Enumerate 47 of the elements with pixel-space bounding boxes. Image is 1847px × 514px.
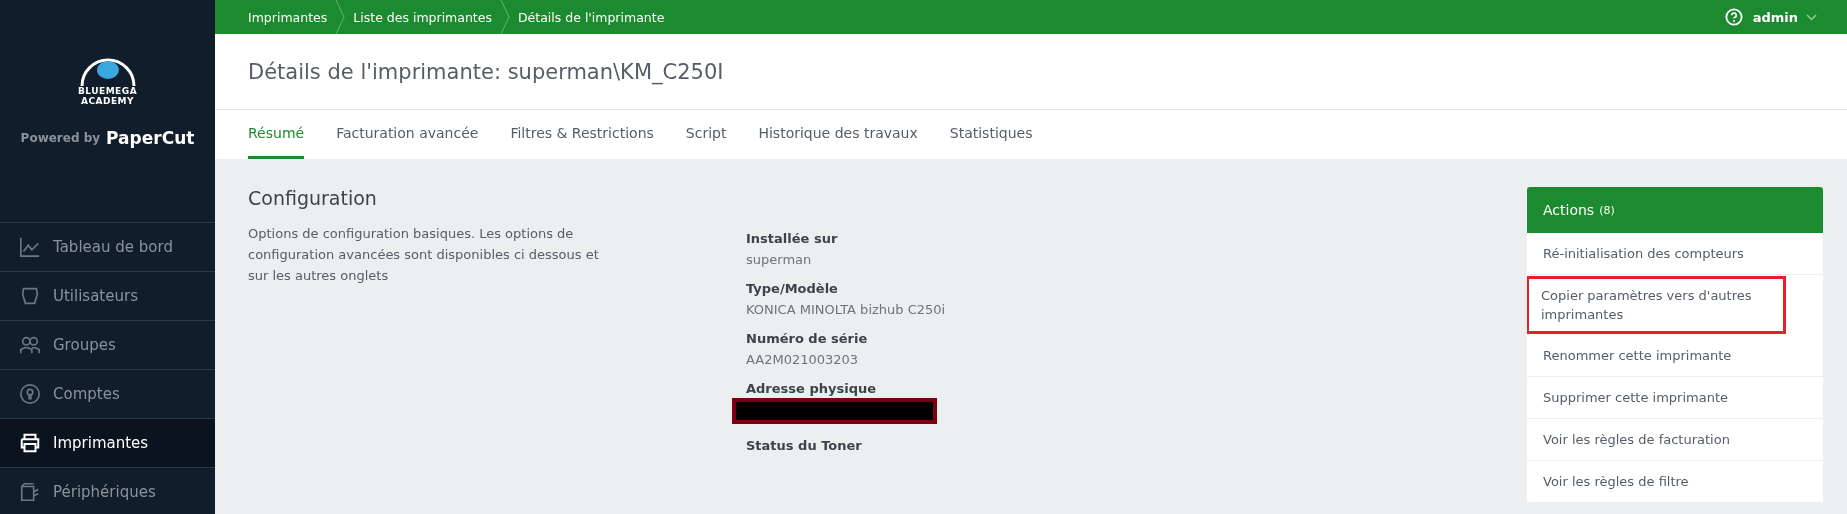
tab[interactable]: Script <box>685 110 727 159</box>
field-label: Numéro de série <box>746 331 869 346</box>
action-link[interactable]: Voir les règles de facturation <box>1527 419 1823 461</box>
printer-icon <box>19 432 41 454</box>
group-icon <box>19 334 41 356</box>
action-link[interactable]: Ré-initialisation des compteurs <box>1527 233 1823 275</box>
section-title: Configuration <box>248 187 378 209</box>
user-icon <box>19 285 41 307</box>
tab[interactable]: Historique des travaux <box>758 110 918 159</box>
page-title: Détails de l'imprimante: superman\KM_C250I <box>248 59 724 84</box>
nav-item[interactable]: Périphériques <box>0 467 215 514</box>
chevron-icon <box>335 0 346 34</box>
help-icon[interactable] <box>1724 8 1743 26</box>
product-logo: PaperCut <box>106 128 195 148</box>
panel-title: Actions <box>1543 202 1595 218</box>
chevron-icon <box>499 0 510 34</box>
nav-item[interactable]: Utilisateurs <box>0 271 215 320</box>
field-label: Installée sur <box>746 231 839 246</box>
field-label: Adresse physique <box>746 381 878 396</box>
tab[interactable]: Filtres & Restrictions <box>510 110 654 159</box>
breadcrumb-link[interactable]: Liste des imprimantes <box>345 9 500 25</box>
action-count: (8) <box>1599 203 1615 217</box>
field-value: superman <box>746 252 813 267</box>
nav-item[interactable]: Tableau de bord <box>0 222 215 271</box>
user-menu[interactable]: admin <box>1752 9 1817 25</box>
keyhole-icon <box>19 383 41 405</box>
action-link[interactable]: Supprimer cette imprimante <box>1527 377 1823 419</box>
breadcrumb-link[interactable]: Détails de l'imprimante <box>509 9 673 25</box>
nav-item[interactable]: Imprimantes <box>0 418 215 467</box>
tab[interactable]: Facturation avancée <box>336 110 479 159</box>
field-label: Status du Toner <box>746 438 863 453</box>
action-link[interactable]: Copier paramètres vers d'autres imprimantes <box>1529 279 1783 331</box>
tab[interactable]: Résumé <box>248 110 305 159</box>
tab[interactable]: Statistiques <box>949 110 1033 159</box>
nav-item[interactable]: Groupes <box>0 320 215 369</box>
chevron-down-icon <box>1806 13 1817 21</box>
breadcrumb-link[interactable]: Imprimantes <box>240 9 336 25</box>
field-value: KONICA MINOLTA bizhub C250i <box>746 302 947 317</box>
section-description: Options de configuration basiques. Les options de configuration avancées sont disponibles ci dessous et sur les autres onglets <box>248 225 600 285</box>
powered-by-label: Powered by <box>20 131 101 145</box>
action-link[interactable]: Voir les règles de filtre <box>1527 461 1823 503</box>
action-link[interactable]: Renommer cette imprimante <box>1527 335 1823 377</box>
field-label: Type/Modèle <box>746 281 839 296</box>
copier-icon <box>19 481 41 503</box>
chart-icon <box>19 236 41 258</box>
field-value: AA2M021003203 <box>746 352 860 367</box>
academy-logo: BLUEMEGA ACADEMY <box>77 56 138 106</box>
